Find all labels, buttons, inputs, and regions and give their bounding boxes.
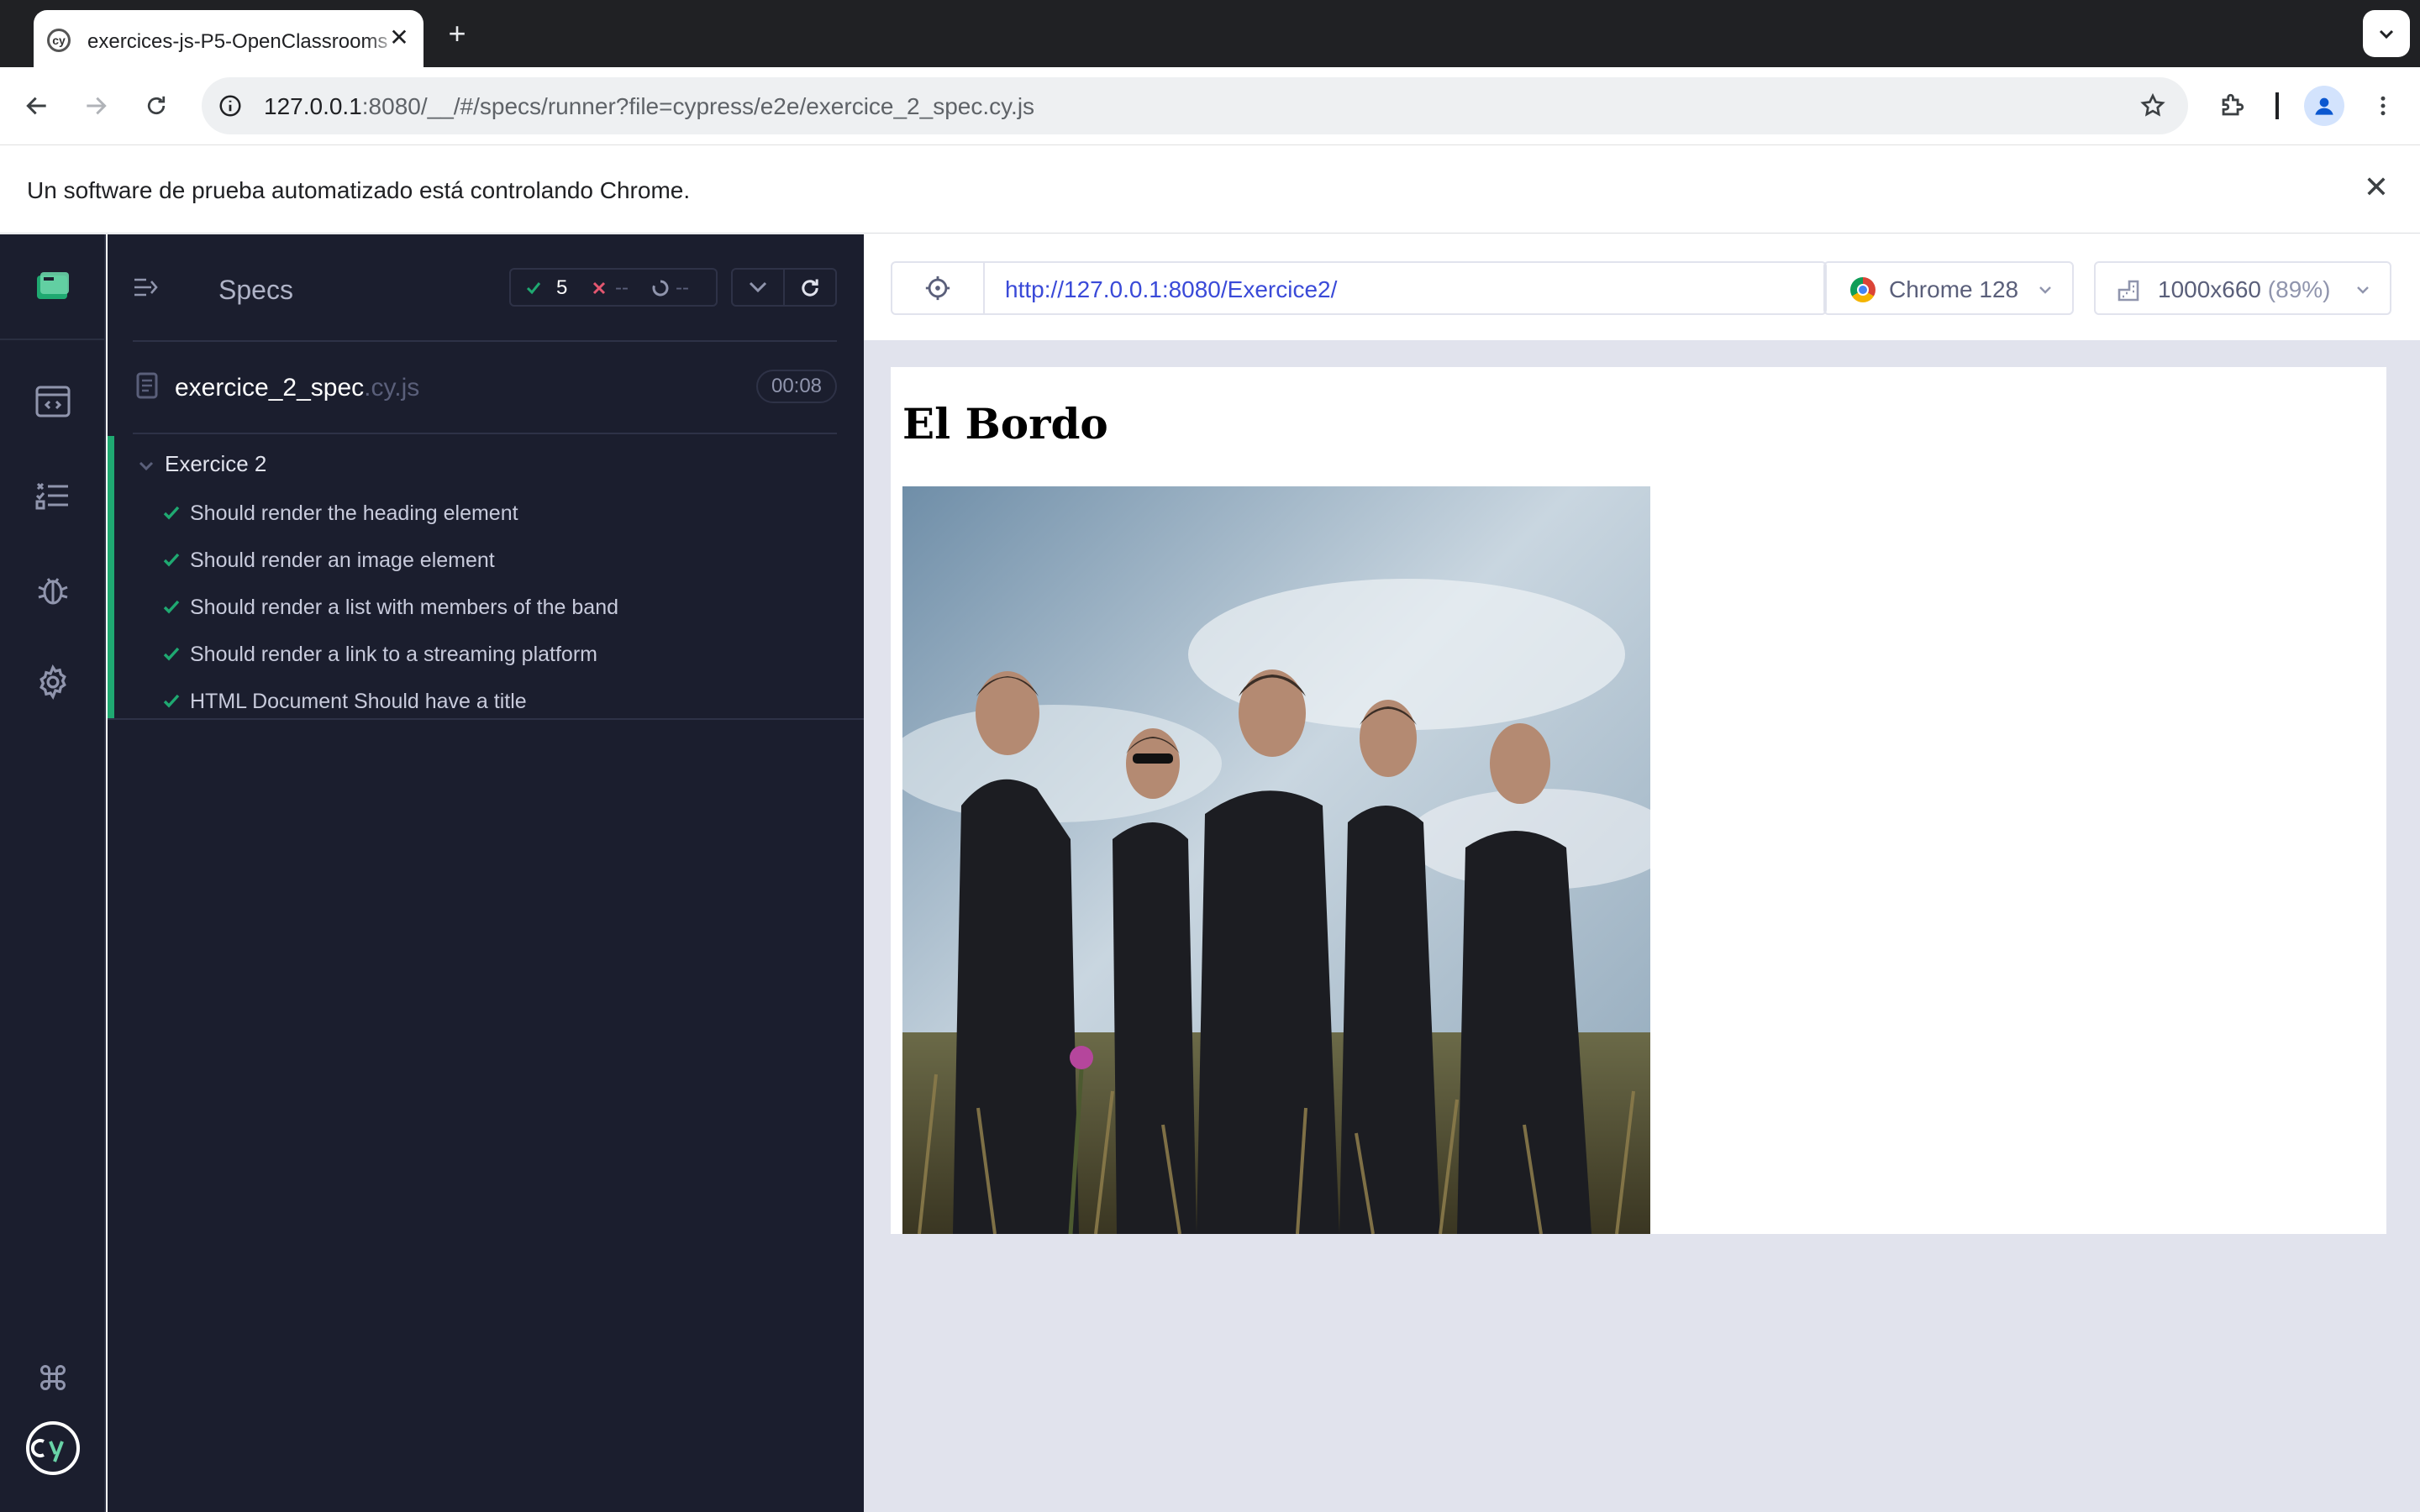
pass-check-icon	[163, 506, 180, 520]
chevron-down-icon	[2039, 286, 2051, 294]
suite-divider	[108, 718, 864, 720]
test-item[interactable]: Should render a list with members of the…	[161, 592, 834, 626]
controls-divider	[783, 270, 785, 305]
specs-toggle-icon[interactable]	[133, 275, 158, 300]
infobar-close-icon[interactable]: ✕	[2360, 171, 2393, 204]
test-label: HTML Document Should have a title	[190, 690, 527, 713]
chrome-logo-icon	[1850, 277, 1876, 302]
passed-count: 5	[556, 276, 568, 299]
app-preview: http://127.0.0.1:8080/Exercice2/ Chrome …	[864, 234, 2420, 1512]
specs-header[interactable]: Specs	[218, 275, 293, 306]
collapse-all-chevron-icon[interactable]	[748, 279, 768, 296]
chrome-menu-button[interactable]	[2365, 87, 2402, 124]
aut-url[interactable]: http://127.0.0.1:8080/Exercice2/	[1005, 276, 1337, 303]
passed-check-icon	[526, 282, 541, 295]
test-label: Should render a list with members of the…	[190, 596, 618, 619]
rerun-icon[interactable]	[798, 276, 822, 300]
pending-count: --	[676, 276, 689, 299]
debug-bug-icon[interactable]	[32, 569, 74, 611]
pass-check-icon	[163, 553, 180, 567]
project-icon[interactable]	[32, 265, 74, 307]
viewport-ruler-icon	[2118, 280, 2139, 302]
kebab-menu-icon	[2381, 96, 2386, 116]
address-bar[interactable]: 127.0.0.1:8080/__/#/specs/runner?file=cy…	[202, 77, 2188, 134]
test-label: Should render an image element	[190, 549, 495, 572]
runs-nav-icon[interactable]	[32, 475, 74, 517]
profile-avatar[interactable]	[2304, 86, 2344, 126]
spec-duration: 00:08	[756, 370, 837, 403]
nav-divider	[0, 339, 106, 340]
band-photo-illustration	[902, 486, 1650, 1234]
crosshair-icon	[925, 276, 950, 301]
chevron-down-icon	[2379, 29, 2394, 39]
specs-nav-icon[interactable]	[32, 381, 74, 423]
pass-check-icon	[163, 694, 180, 708]
preview-toolbar: http://127.0.0.1:8080/Exercice2/ Chrome …	[864, 234, 2420, 340]
band-photo	[902, 486, 1650, 1234]
test-label: Should render a link to a streaming plat…	[190, 643, 597, 666]
pass-check-icon	[163, 647, 180, 661]
test-item[interactable]: Should render the heading element	[161, 498, 834, 532]
settings-gear-icon[interactable]	[32, 661, 74, 703]
tab-close-icon[interactable]: ✕	[387, 25, 412, 50]
tab-search-button[interactable]	[2363, 10, 2410, 57]
extensions-button[interactable]	[2213, 87, 2250, 124]
browser-tab[interactable]: cy exercices-js-P5-OpenClassrooms ✕	[34, 10, 424, 67]
reporter-divider	[133, 340, 837, 342]
reporter-divider	[133, 433, 837, 434]
test-item[interactable]: HTML Document Should have a title	[161, 686, 834, 720]
app-under-test-frame: El Bordo	[891, 367, 2386, 1234]
new-tab-button[interactable]: +	[440, 17, 474, 50]
failed-x-icon	[592, 281, 606, 295]
test-item[interactable]: Should render a link to a streaming plat…	[161, 639, 834, 673]
chevron-down-icon[interactable]	[138, 458, 155, 475]
back-button[interactable]	[18, 87, 55, 124]
browser-tab-strip: cy exercices-js-P5-OpenClassrooms ✕ +	[0, 0, 2420, 67]
test-label: Should render the heading element	[190, 501, 518, 525]
viewport-selector[interactable]: 1000x660 (89%)	[2094, 261, 2391, 315]
browser-toolbar: 127.0.0.1:8080/__/#/specs/runner?file=cy…	[0, 67, 2420, 144]
toolbar-divider	[2275, 92, 2279, 119]
reload-icon	[147, 96, 166, 115]
chevron-down-icon	[2357, 286, 2369, 294]
cypress-side-nav	[0, 234, 106, 1512]
automation-infobar: Un software de prueba automatizado está …	[0, 144, 2420, 234]
infobar-message: Un software de prueba automatizado está …	[27, 177, 691, 203]
cypress-favicon-icon: cy	[47, 29, 71, 52]
aut-url-field[interactable]: http://127.0.0.1:8080/Exercice2/	[983, 261, 1827, 315]
document-icon	[136, 372, 158, 399]
cypress-reporter: Specs 5 -- -- exercice_2_spec.cy.js 00:0…	[108, 234, 864, 1512]
forward-button[interactable]	[77, 87, 114, 124]
browser-selector[interactable]: Chrome 128	[1823, 261, 2074, 315]
test-item[interactable]: Should render an image element	[161, 545, 834, 579]
suite-title[interactable]: Exercice 2	[165, 451, 266, 477]
test-stats: 5 -- --	[509, 268, 718, 307]
pass-check-icon	[163, 600, 180, 614]
address-url: 127.0.0.1:8080/__/#/specs/runner?file=cy…	[264, 93, 1035, 119]
browser-label: Chrome 128	[1889, 276, 2019, 302]
reload-button[interactable]	[138, 87, 175, 124]
tab-title: exercices-js-P5-OpenClassrooms	[87, 30, 400, 54]
spec-file-name[interactable]: exercice_2_spec.cy.js	[175, 374, 419, 402]
pending-spinner-icon	[652, 280, 669, 297]
person-icon	[2315, 97, 2333, 115]
failed-count: --	[615, 276, 629, 299]
arrow-left-icon	[26, 97, 46, 115]
test-suite: Exercice 2 Should render the heading ele…	[108, 436, 864, 720]
run-controls	[731, 268, 837, 307]
cypress-logo-icon[interactable]	[25, 1420, 81, 1476]
puzzle-icon	[2222, 93, 2244, 116]
command-key-icon[interactable]	[32, 1357, 74, 1399]
selector-playground-button[interactable]	[891, 261, 985, 315]
site-info-icon[interactable]	[213, 89, 247, 123]
page-heading: El Bordo	[902, 399, 1108, 449]
viewport-label: 1000x660 (89%)	[2158, 276, 2331, 302]
bookmark-star-icon[interactable]	[2136, 89, 2170, 123]
arrow-right-icon	[87, 97, 107, 115]
